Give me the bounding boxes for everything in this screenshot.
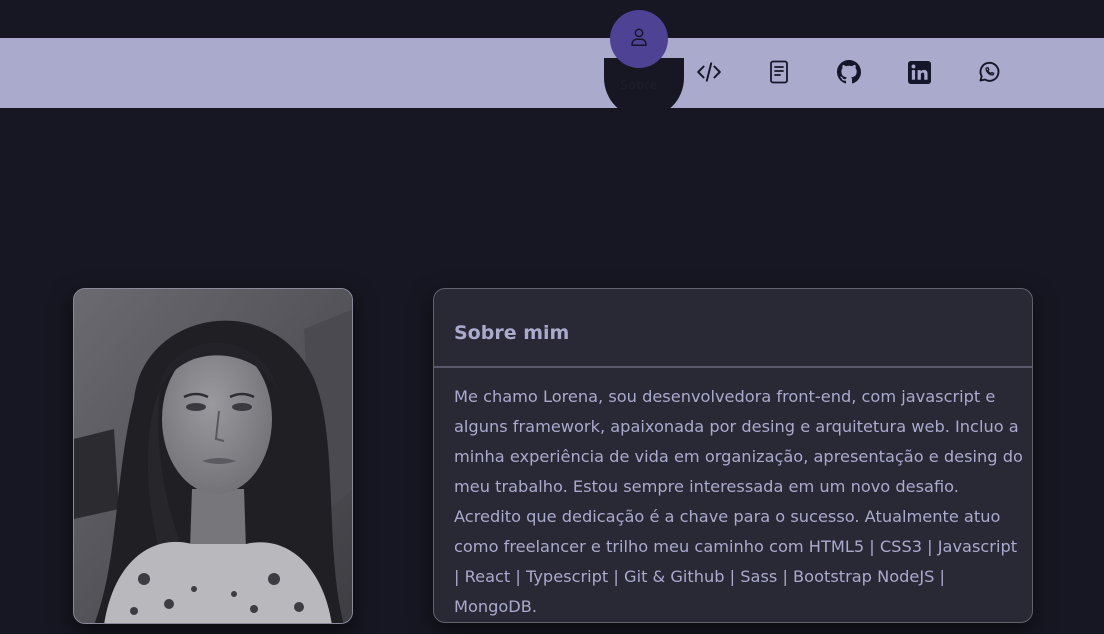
nav-item-resume[interactable] <box>749 42 809 102</box>
nav-item-whatsapp[interactable] <box>959 42 1019 102</box>
about-divider <box>434 366 1032 368</box>
nav-item-projects[interactable] <box>679 42 739 102</box>
code-icon <box>696 59 722 85</box>
linkedin-icon <box>907 60 931 84</box>
nav-item-linkedin[interactable] <box>889 42 949 102</box>
document-icon <box>768 60 790 84</box>
about-title: Sobre mim <box>454 322 570 344</box>
profile-photo <box>73 288 353 624</box>
whatsapp-icon <box>977 60 1001 84</box>
about-text: Me chamo Lorena, sou desenvolvedora fron… <box>454 387 1023 616</box>
about-card: Sobre mim Me chamo Lorena, sou desenvolv… <box>433 288 1033 623</box>
github-icon <box>837 60 861 84</box>
profile-photo-image <box>74 289 352 623</box>
nav-item-github[interactable] <box>819 42 879 102</box>
nav-item-sobre-label: Sobre <box>620 78 658 92</box>
nav-item-sobre[interactable] <box>610 10 668 68</box>
user-icon <box>628 26 650 52</box>
